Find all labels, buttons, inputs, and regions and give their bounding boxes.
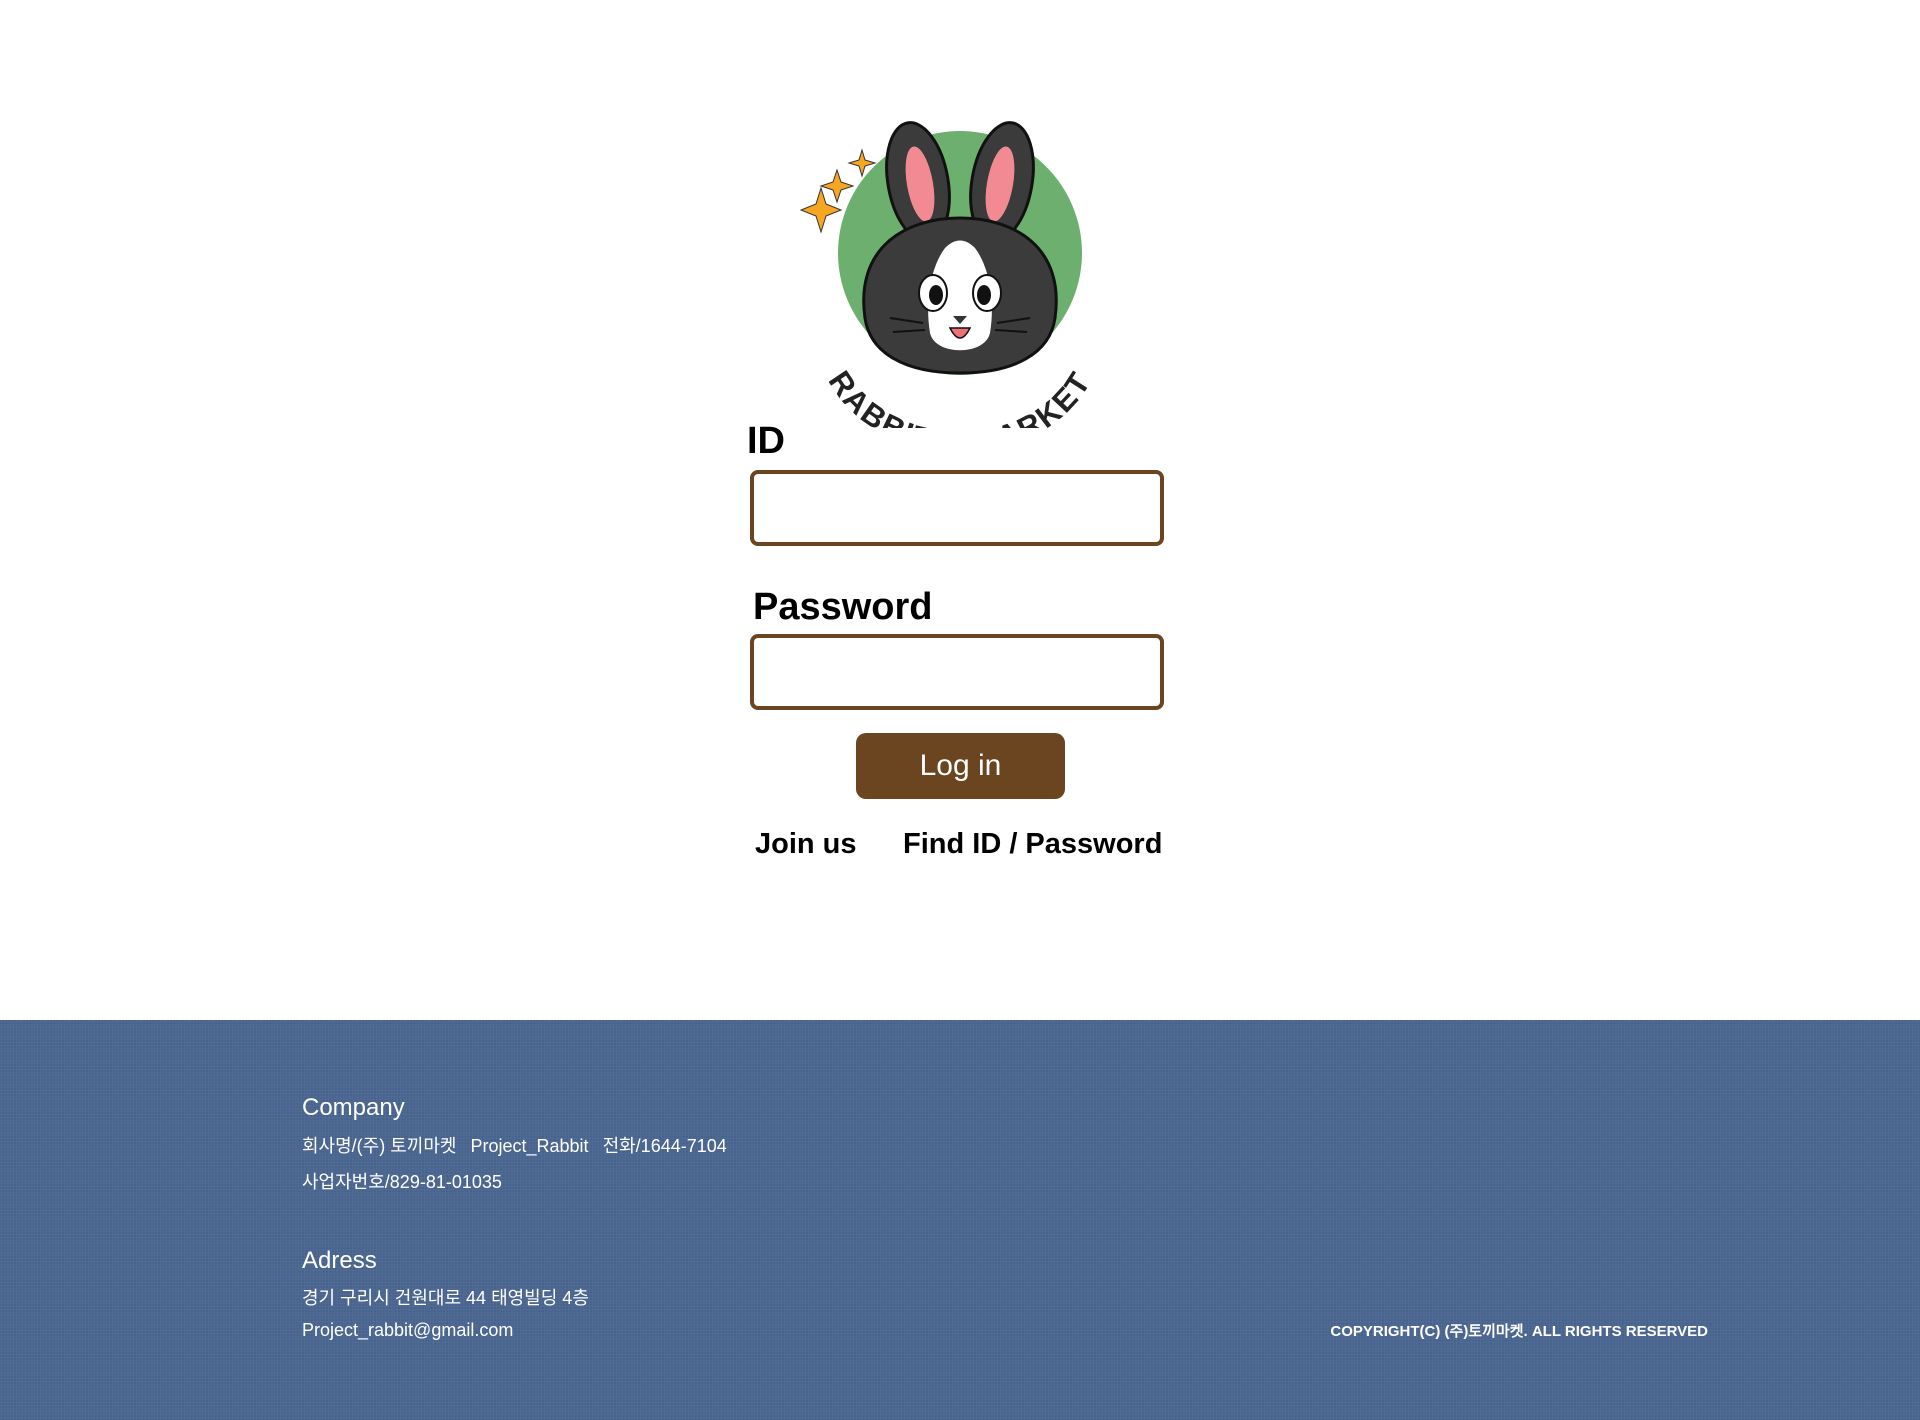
footer-adress-heading: Adress (302, 1247, 377, 1274)
id-label: ID (747, 420, 785, 462)
footer-address: 경기 구리시 건원대로 44 태영빌딩 4층 (302, 1288, 589, 1308)
login-page: RABBIT'S MARKET ID Password Log in Join … (0, 0, 1920, 1420)
find-id-password-link[interactable]: Find ID / Password (903, 828, 1162, 861)
footer-company-name: 회사명/(주) 토끼마켓 (302, 1136, 457, 1156)
password-input[interactable] (750, 634, 1164, 710)
footer-email: Project_rabbit@gmail.com (302, 1320, 514, 1340)
footer-business-number: 사업자번호/829-81-01035 (302, 1172, 502, 1192)
footer-phone: 전화/1644-7104 (602, 1136, 727, 1156)
rabbits-market-logo: RABBIT'S MARKET (795, 118, 1125, 460)
login-button[interactable]: Log in (856, 733, 1065, 799)
rabbit-logo-image: RABBIT'S MARKET (799, 121, 1096, 460)
footer-company-info: 회사명/(주) 토끼마켓 Project_Rabbit 전화/1644-7104 (302, 1132, 727, 1158)
footer-copyright: COPYRIGHT(C) (주)토끼마켓. ALL RIGHTS RESERVE… (1330, 1323, 1708, 1340)
id-input[interactable] (750, 470, 1164, 546)
footer-company-heading: Company (302, 1094, 405, 1121)
join-us-link[interactable]: Join us (755, 828, 857, 861)
footer: Company 회사명/(주) 토끼마켓 Project_Rabbit 전화/164… (0, 1020, 1920, 1420)
footer-project: Project_Rabbit (470, 1136, 589, 1156)
password-label: Password (753, 586, 933, 628)
